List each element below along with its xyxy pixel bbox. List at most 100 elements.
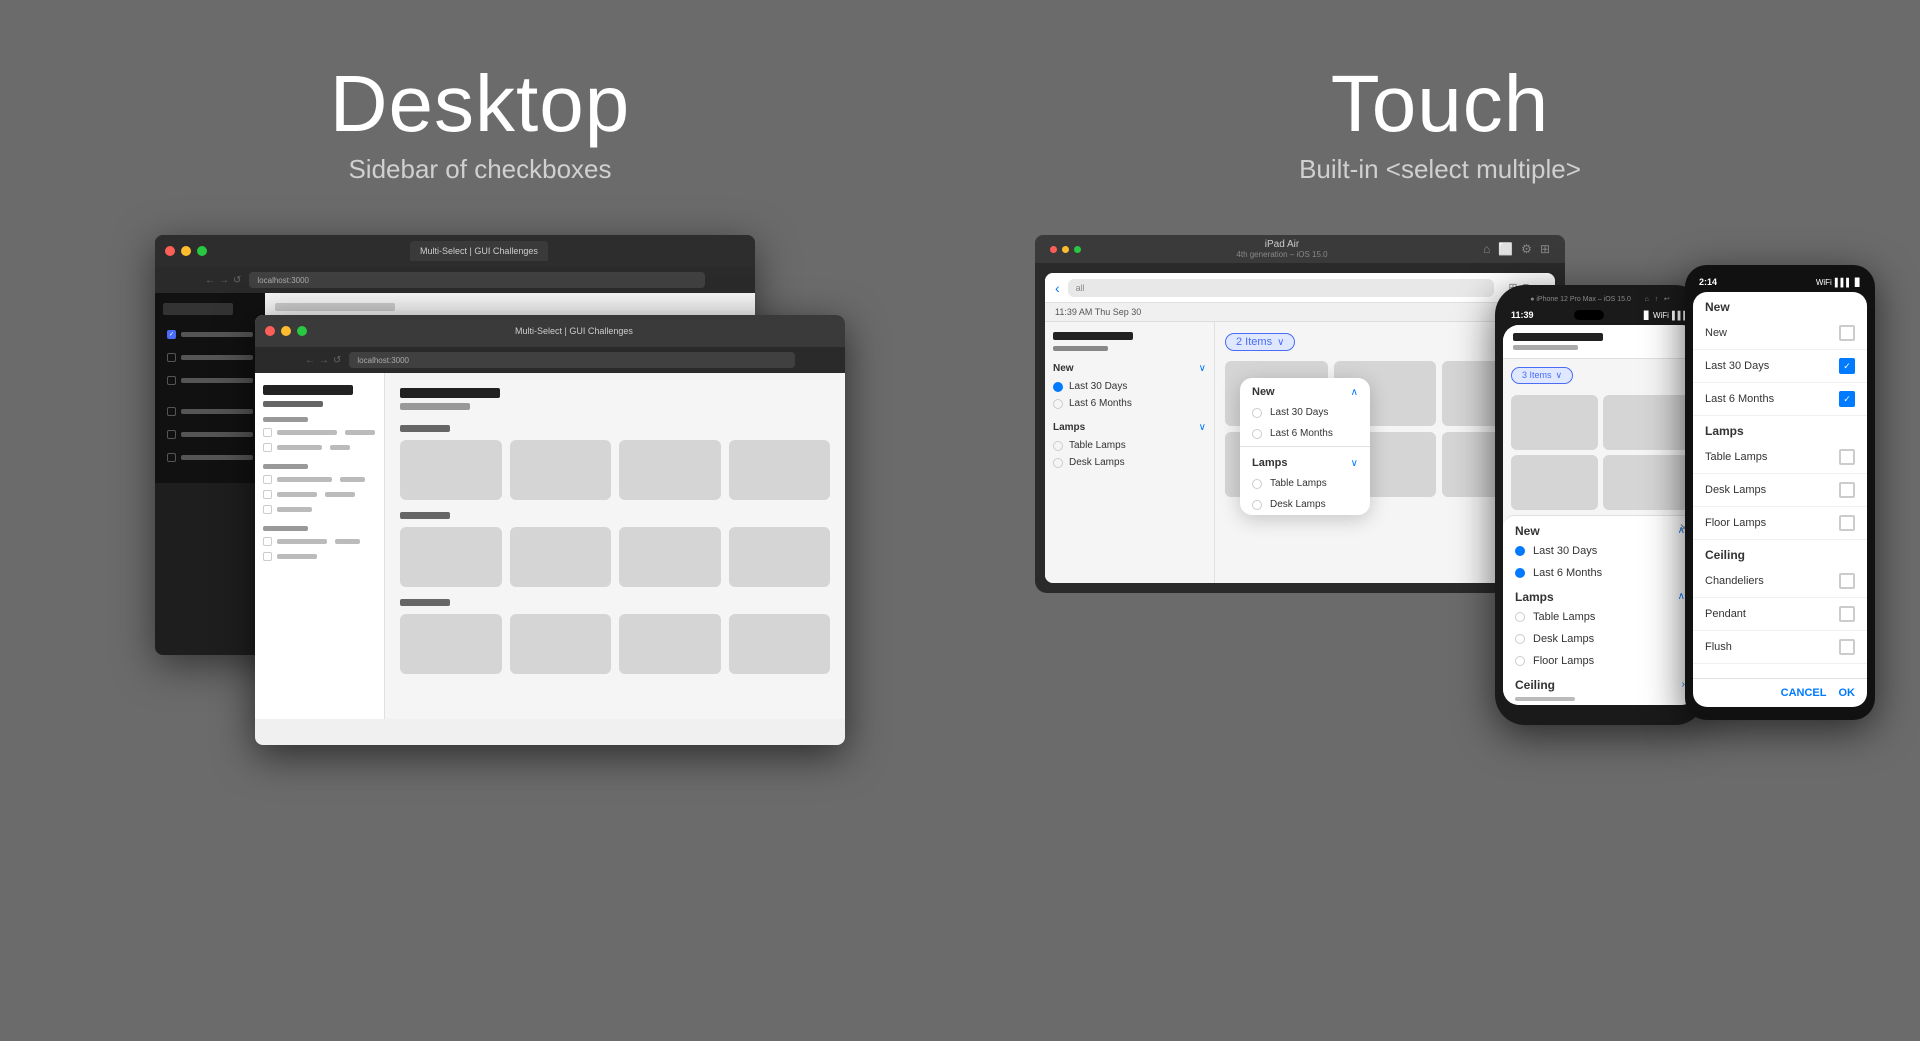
iphone-radio-desk[interactable]: [1515, 634, 1525, 644]
dropdown-radio-last30[interactable]: [1252, 408, 1262, 418]
android-checkbox-desk[interactable]: [1839, 482, 1855, 498]
iphone-radio-table[interactable]: [1515, 612, 1525, 622]
ipad-radio-last6[interactable]: [1053, 399, 1063, 409]
ipad-filter-item-table[interactable]: Table Lamps: [1053, 437, 1206, 454]
product-card-4[interactable]: [729, 440, 831, 500]
android-item-chandeliers[interactable]: Chandeliers: [1693, 565, 1867, 598]
product-card-2[interactable]: [510, 440, 612, 500]
ipad-filter-item-last30[interactable]: Last 30 Days: [1053, 378, 1206, 395]
front-sidebar-item-row-5[interactable]: [263, 505, 376, 514]
dropdown-item-last30[interactable]: Last 30 Days: [1240, 402, 1370, 423]
android-checkbox-last6-checked[interactable]: ✓: [1839, 391, 1855, 407]
dropdown-item-desk[interactable]: Desk Lamps: [1240, 494, 1370, 515]
ipad-filter-item-last6[interactable]: Last 6 Months: [1053, 395, 1206, 412]
dark-checkbox-1[interactable]: ✓: [167, 330, 176, 339]
iphone-dropdown-table[interactable]: Table Lamps: [1503, 606, 1697, 628]
product-card-10[interactable]: [510, 614, 612, 674]
front-sidebar-item-row-7[interactable]: [263, 552, 376, 561]
front-sidebar-item-row-4[interactable]: [263, 490, 376, 499]
front-tl-red[interactable]: [265, 326, 275, 336]
android-checkbox-last30-checked[interactable]: ✓: [1839, 358, 1855, 374]
android-item-floor[interactable]: Floor Lamps: [1693, 507, 1867, 540]
iphone-dropdown-floor[interactable]: Floor Lamps: [1503, 650, 1697, 672]
dark-checkbox-3[interactable]: [167, 376, 176, 385]
ipad-radio-desk[interactable]: [1053, 458, 1063, 468]
android-item-last30[interactable]: Last 30 Days ✓: [1693, 350, 1867, 383]
front-checkbox-6[interactable]: [263, 537, 272, 546]
product-card-1[interactable]: [400, 440, 502, 500]
iphone-card-3[interactable]: [1511, 455, 1598, 510]
ipad-radio-last30[interactable]: [1053, 382, 1063, 392]
front-browser-tab[interactable]: Multi-Select | GUI Challenges: [505, 321, 643, 341]
dropdown-lamps-header[interactable]: Lamps ∨: [1240, 449, 1370, 473]
front-sidebar-item-row-3[interactable]: [263, 475, 376, 484]
android-checkbox-flush[interactable]: [1839, 639, 1855, 655]
product-card-5[interactable]: [400, 527, 502, 587]
product-card-6[interactable]: [510, 527, 612, 587]
iphone-radio-last30[interactable]: [1515, 546, 1525, 556]
dark-checkbox-6[interactable]: [167, 453, 176, 462]
android-ok-btn[interactable]: OK: [1839, 687, 1856, 699]
ipad-items-badge[interactable]: 2 Items ∨: [1225, 333, 1295, 351]
dropdown-radio-last6[interactable]: [1252, 429, 1262, 439]
traffic-light-red[interactable]: [165, 246, 175, 256]
front-sidebar-item-row-6[interactable]: [263, 537, 376, 546]
iphone-dropdown-desk[interactable]: Desk Lamps: [1503, 628, 1697, 650]
browser-tab-back[interactable]: Multi-Select | GUI Challenges: [410, 241, 548, 261]
dark-checkbox-2[interactable]: [167, 353, 176, 362]
android-item-pendant[interactable]: Pendant: [1693, 598, 1867, 631]
android-checkbox-chandeliers[interactable]: [1839, 573, 1855, 589]
dark-checkbox-4[interactable]: [167, 407, 176, 416]
product-card-8[interactable]: [729, 527, 831, 587]
product-card-12[interactable]: [729, 614, 831, 674]
ipad-radio-table[interactable]: [1053, 441, 1063, 451]
iphone-dropdown-ceiling-header[interactable]: Ceiling ›: [1503, 672, 1697, 694]
front-checkbox-1[interactable]: [263, 428, 272, 437]
back-address-pill[interactable]: localhost:3000: [249, 272, 705, 288]
dropdown-item-table[interactable]: Table Lamps: [1240, 473, 1370, 494]
android-cancel-btn[interactable]: CANCEL: [1781, 687, 1827, 699]
front-sidebar-item-row-2[interactable]: [263, 443, 376, 452]
product-card-3[interactable]: [619, 440, 721, 500]
android-item-flush[interactable]: Flush: [1693, 631, 1867, 664]
product-card-7[interactable]: [619, 527, 721, 587]
front-tl-yellow[interactable]: [281, 326, 291, 336]
android-item-desk[interactable]: Desk Lamps: [1693, 474, 1867, 507]
android-item-table[interactable]: Table Lamps: [1693, 441, 1867, 474]
iphone-radio-last6[interactable]: [1515, 568, 1525, 578]
android-checkbox-new[interactable]: [1839, 325, 1855, 341]
android-checkbox-floor[interactable]: [1839, 515, 1855, 531]
ipad-dot-green[interactable]: [1074, 246, 1081, 253]
ipad-back-arrow[interactable]: ‹: [1055, 280, 1060, 296]
traffic-light-yellow[interactable]: [181, 246, 191, 256]
front-checkbox-2[interactable]: [263, 443, 272, 452]
product-card-11[interactable]: [619, 614, 721, 674]
front-tl-green[interactable]: [297, 326, 307, 336]
dropdown-radio-table[interactable]: [1252, 479, 1262, 489]
front-sidebar-item-row-1[interactable]: [263, 428, 376, 437]
android-checkbox-pendant[interactable]: [1839, 606, 1855, 622]
iphone-dropdown-lamps-header[interactable]: Lamps ∧: [1503, 584, 1697, 606]
ipad-search-bar[interactable]: all: [1068, 279, 1495, 297]
dropdown-new-header[interactable]: New ∧: [1240, 378, 1370, 402]
dropdown-item-last6[interactable]: Last 6 Months: [1240, 423, 1370, 444]
iphone-dropdown-last30[interactable]: Last 30 Days: [1503, 540, 1697, 562]
front-checkbox-4[interactable]: [263, 490, 272, 499]
front-checkbox-5[interactable]: [263, 505, 272, 514]
dropdown-radio-desk-lamps[interactable]: [1252, 500, 1262, 510]
traffic-light-green[interactable]: [197, 246, 207, 256]
front-checkbox-7[interactable]: [263, 552, 272, 561]
iphone-dropdown-new-header[interactable]: New ∧: [1503, 516, 1697, 540]
iphone-radio-floor[interactable]: [1515, 656, 1525, 666]
ipad-filter-item-desk[interactable]: Desk Lamps: [1053, 454, 1206, 471]
android-item-last6[interactable]: Last 6 Months ✓: [1693, 383, 1867, 416]
iphone-card-2[interactable]: [1603, 395, 1690, 450]
ipad-filter-group-new-header[interactable]: New ∨: [1053, 363, 1206, 374]
front-address-pill[interactable]: localhost:3000: [349, 352, 795, 368]
iphone-dropdown-last6[interactable]: Last 6 Months: [1503, 562, 1697, 584]
ipad-filter-group-lamps-header[interactable]: Lamps ∨: [1053, 422, 1206, 433]
ipad-dot-yellow[interactable]: [1062, 246, 1069, 253]
ipad-dot-red[interactable]: [1050, 246, 1057, 253]
android-item-new[interactable]: New: [1693, 317, 1867, 350]
product-card-9[interactable]: [400, 614, 502, 674]
